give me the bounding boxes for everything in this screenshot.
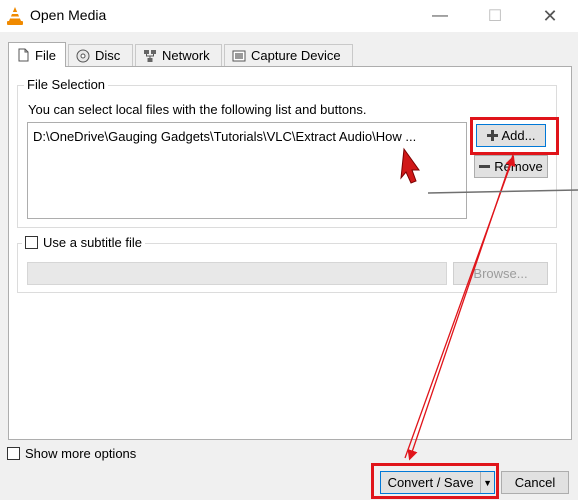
add-button-highlight: [470, 117, 559, 155]
browse-button: Browse...: [453, 262, 548, 285]
tab-disc[interactable]: Disc: [68, 44, 133, 66]
tab-label: Disc: [95, 48, 121, 63]
capture-device-icon: [232, 50, 246, 61]
show-more-options-label: Show more options: [25, 446, 137, 461]
minimize-button[interactable]: —: [428, 4, 452, 28]
tab-network[interactable]: Network: [135, 44, 222, 66]
subtitle-checkbox-row[interactable]: Use a subtitle file: [22, 235, 145, 250]
network-icon: [144, 49, 156, 62]
remove-label: Remove: [494, 159, 543, 174]
disc-icon: [76, 49, 90, 62]
subtitle-path-input: [27, 262, 447, 285]
show-more-options[interactable]: Show more options: [7, 446, 136, 461]
subtitle-checkbox-label: Use a subtitle file: [43, 235, 142, 250]
tab-label: File: [35, 47, 56, 63]
file-list-item[interactable]: D:\OneDrive\Gauging Gadgets\Tutorials\VL…: [33, 129, 463, 144]
minus-icon: [479, 165, 491, 168]
subtitle-checkbox[interactable]: [25, 236, 38, 249]
close-button[interactable]: ✕: [538, 4, 562, 28]
tab-file[interactable]: File: [8, 42, 66, 67]
remove-button[interactable]: Remove: [474, 155, 548, 178]
vlc-cone-icon: [7, 7, 23, 25]
tab-label: Capture Device: [251, 48, 341, 63]
show-more-options-checkbox[interactable]: [7, 447, 20, 460]
file-selection-label: File Selection: [24, 77, 109, 92]
instruction-text: You can select local files with the foll…: [28, 102, 367, 117]
cancel-button[interactable]: Cancel: [501, 471, 569, 494]
window-title: Open Media: [30, 7, 107, 23]
convert-save-highlight: [371, 463, 499, 499]
file-icon: [18, 48, 29, 62]
tab-label: Network: [162, 48, 210, 63]
tab-capture-device[interactable]: Capture Device: [224, 44, 353, 66]
maximize-button[interactable]: ☐: [483, 4, 507, 28]
